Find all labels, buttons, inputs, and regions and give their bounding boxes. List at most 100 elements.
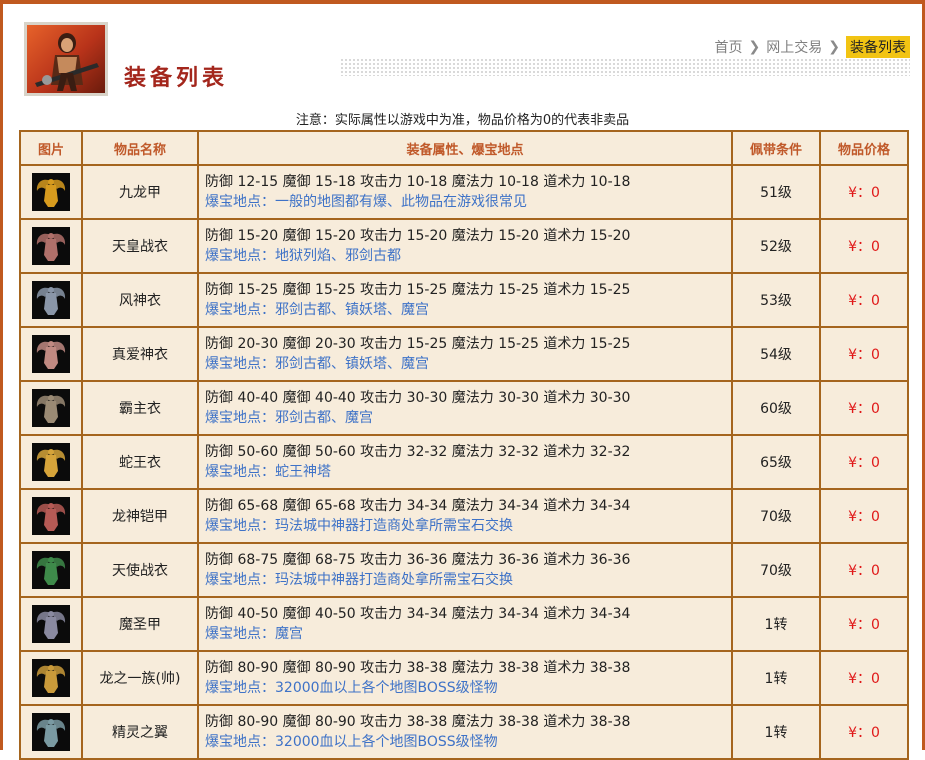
item-attributes-cell: 防御 15-25 魔御 15-25 攻击力 15-25 魔法力 15-25 道术… bbox=[197, 272, 733, 328]
armor-icon[interactable] bbox=[32, 335, 70, 373]
item-image-cell bbox=[19, 650, 83, 706]
item-image-cell bbox=[19, 380, 83, 436]
item-drop-location: 爆宝地点：一般的地图都有爆、此物品在游戏很常见 bbox=[205, 194, 527, 210]
item-price: ¥：0 bbox=[819, 704, 909, 760]
item-stats: 防御 15-25 魔御 15-25 攻击力 15-25 魔法力 15-25 道术… bbox=[205, 282, 631, 298]
item-stats: 防御 40-40 魔御 40-40 攻击力 30-30 魔法力 30-30 道术… bbox=[205, 390, 631, 406]
page-header: 装备列表 首页 ❯ 网上交易 ❯ 装备列表 bbox=[20, 22, 910, 102]
column-header-image: 图片 bbox=[19, 130, 83, 166]
armor-icon[interactable] bbox=[32, 281, 70, 319]
table-header-row: 图片 物品名称 装备属性、爆宝地点 佩带条件 物品价格 bbox=[19, 130, 909, 166]
armor-icon[interactable] bbox=[32, 551, 70, 589]
item-price: ¥：0 bbox=[819, 164, 909, 220]
item-attributes-cell: 防御 80-90 魔御 80-90 攻击力 38-38 魔法力 38-38 道术… bbox=[197, 650, 733, 706]
item-stats: 防御 65-68 魔御 65-68 攻击力 34-34 魔法力 34-34 道术… bbox=[205, 498, 631, 514]
item-image-cell bbox=[19, 326, 83, 382]
item-name: 蛇王衣 bbox=[81, 434, 199, 490]
item-attributes-cell: 防御 40-40 魔御 40-40 攻击力 30-30 魔法力 30-30 道术… bbox=[197, 380, 733, 436]
table-row: 魔圣甲 防御 40-50 魔御 40-50 攻击力 34-34 魔法力 34-34… bbox=[19, 596, 909, 652]
breadcrumb: 首页 ❯ 网上交易 ❯ 装备列表 bbox=[715, 36, 910, 58]
item-drop-location: 爆宝地点：蛇王神塔 bbox=[205, 464, 331, 480]
page-title: 装备列表 bbox=[124, 66, 229, 91]
item-price: ¥：0 bbox=[819, 380, 909, 436]
table-row: 龙之一族(帅) 防御 80-90 魔御 80-90 攻击力 38-38 魔法力 3… bbox=[19, 650, 909, 706]
item-image-cell bbox=[19, 164, 83, 220]
table-row: 霸主衣 防御 40-40 魔御 40-40 攻击力 30-30 魔法力 30-30… bbox=[19, 380, 909, 436]
item-attributes-cell: 防御 15-20 魔御 15-20 攻击力 15-20 魔法力 15-20 道术… bbox=[197, 218, 733, 274]
table-row: 天使战衣 防御 68-75 魔御 68-75 攻击力 36-36 魔法力 36-3… bbox=[19, 542, 909, 598]
item-requirement: 52级 bbox=[731, 218, 821, 274]
item-attributes-cell: 防御 40-50 魔御 40-50 攻击力 34-34 魔法力 34-34 道术… bbox=[197, 596, 733, 652]
item-attributes-cell: 防御 80-90 魔御 80-90 攻击力 38-38 魔法力 38-38 道术… bbox=[197, 704, 733, 760]
item-price: ¥：0 bbox=[819, 488, 909, 544]
item-name: 风神衣 bbox=[81, 272, 199, 328]
item-image-cell bbox=[19, 218, 83, 274]
item-drop-location: 爆宝地点：玛法城中神器打造商处拿所需宝石交换 bbox=[205, 572, 513, 588]
item-name: 精灵之翼 bbox=[81, 704, 199, 760]
column-header-attributes: 装备属性、爆宝地点 bbox=[197, 130, 733, 166]
item-image-cell bbox=[19, 272, 83, 328]
item-name: 天使战衣 bbox=[81, 542, 199, 598]
chevron-right-icon: ❯ bbox=[828, 39, 840, 55]
item-attributes-cell: 防御 68-75 魔御 68-75 攻击力 36-36 魔法力 36-36 道术… bbox=[197, 542, 733, 598]
item-stats: 防御 40-50 魔御 40-50 攻击力 34-34 魔法力 34-34 道术… bbox=[205, 606, 631, 622]
armor-icon[interactable] bbox=[32, 497, 70, 535]
table-row: 九龙甲 防御 12-15 魔御 15-18 攻击力 10-18 魔法力 10-18… bbox=[19, 164, 909, 220]
armor-icon[interactable] bbox=[32, 713, 70, 751]
item-stats: 防御 15-20 魔御 15-20 攻击力 15-20 魔法力 15-20 道术… bbox=[205, 228, 631, 244]
item-drop-location: 爆宝地点：玛法城中神器打造商处拿所需宝石交换 bbox=[205, 518, 513, 534]
item-image-cell bbox=[19, 434, 83, 490]
item-drop-location: 爆宝地点：32000血以上各个地图BOSS级怪物 bbox=[205, 680, 498, 696]
item-name: 霸主衣 bbox=[81, 380, 199, 436]
item-image-cell bbox=[19, 704, 83, 760]
item-name: 龙之一族(帅) bbox=[81, 650, 199, 706]
chevron-right-icon: ❯ bbox=[748, 39, 761, 55]
item-price: ¥：0 bbox=[819, 596, 909, 652]
item-price: ¥：0 bbox=[819, 218, 909, 274]
item-stats: 防御 80-90 魔御 80-90 攻击力 38-38 魔法力 38-38 道术… bbox=[205, 714, 631, 730]
item-requirement: 60级 bbox=[731, 380, 821, 436]
item-image-cell bbox=[19, 488, 83, 544]
item-drop-location: 爆宝地点：邪剑古都、镇妖塔、魔宫 bbox=[205, 356, 429, 372]
column-header-price: 物品价格 bbox=[819, 130, 909, 166]
dotted-divider bbox=[340, 58, 910, 76]
item-requirement: 1转 bbox=[731, 650, 821, 706]
item-requirement: 1转 bbox=[731, 704, 821, 760]
top-border bbox=[0, 0, 925, 4]
armor-icon[interactable] bbox=[32, 173, 70, 211]
price-notice: 注意：实际属性以游戏中为准，物品价格为0的代表非卖品 bbox=[295, 113, 630, 128]
armor-icon[interactable] bbox=[32, 659, 70, 697]
item-drop-location: 爆宝地点：邪剑古都、魔宫 bbox=[205, 410, 373, 426]
breadcrumb-home-link[interactable]: 首页 bbox=[715, 37, 743, 57]
item-image-cell bbox=[19, 542, 83, 598]
item-price: ¥：0 bbox=[819, 542, 909, 598]
item-stats: 防御 68-75 魔御 68-75 攻击力 36-36 魔法力 36-36 道术… bbox=[205, 552, 631, 568]
item-image-cell bbox=[19, 596, 83, 652]
item-name: 九龙甲 bbox=[81, 164, 199, 220]
armor-icon[interactable] bbox=[32, 227, 70, 265]
item-price: ¥：0 bbox=[819, 434, 909, 490]
warrior-portrait-icon bbox=[24, 22, 108, 96]
table-row: 天皇战衣 防御 15-20 魔御 15-20 攻击力 15-20 魔法力 15-2… bbox=[19, 218, 909, 274]
table-row: 龙神铠甲 防御 65-68 魔御 65-68 攻击力 34-34 魔法力 34-3… bbox=[19, 488, 909, 544]
item-attributes-cell: 防御 65-68 魔御 65-68 攻击力 34-34 魔法力 34-34 道术… bbox=[197, 488, 733, 544]
item-stats: 防御 20-30 魔御 20-30 攻击力 15-25 魔法力 15-25 道术… bbox=[205, 336, 631, 352]
item-name: 龙神铠甲 bbox=[81, 488, 199, 544]
armor-icon[interactable] bbox=[32, 389, 70, 427]
item-drop-location: 爆宝地点：地狱列焰、邪剑古都 bbox=[205, 248, 401, 264]
breadcrumb-trade-link[interactable]: 网上交易 bbox=[766, 37, 822, 57]
armor-icon[interactable] bbox=[32, 443, 70, 481]
item-price: ¥：0 bbox=[819, 650, 909, 706]
item-attributes-cell: 防御 12-15 魔御 15-18 攻击力 10-18 魔法力 10-18 道术… bbox=[197, 164, 733, 220]
column-header-name: 物品名称 bbox=[81, 130, 199, 166]
item-requirement: 53级 bbox=[731, 272, 821, 328]
table-row: 风神衣 防御 15-25 魔御 15-25 攻击力 15-25 魔法力 15-25… bbox=[19, 272, 909, 328]
item-stats: 防御 80-90 魔御 80-90 攻击力 38-38 魔法力 38-38 道术… bbox=[205, 660, 631, 676]
item-requirement: 51级 bbox=[731, 164, 821, 220]
armor-icon[interactable] bbox=[32, 605, 70, 643]
item-name: 真爱神衣 bbox=[81, 326, 199, 382]
item-stats: 防御 50-60 魔御 50-60 攻击力 32-32 魔法力 32-32 道术… bbox=[205, 444, 631, 460]
item-attributes-cell: 防御 50-60 魔御 50-60 攻击力 32-32 魔法力 32-32 道术… bbox=[197, 434, 733, 490]
item-drop-location: 爆宝地点：邪剑古都、镇妖塔、魔宫 bbox=[205, 302, 429, 318]
item-price: ¥：0 bbox=[819, 272, 909, 328]
